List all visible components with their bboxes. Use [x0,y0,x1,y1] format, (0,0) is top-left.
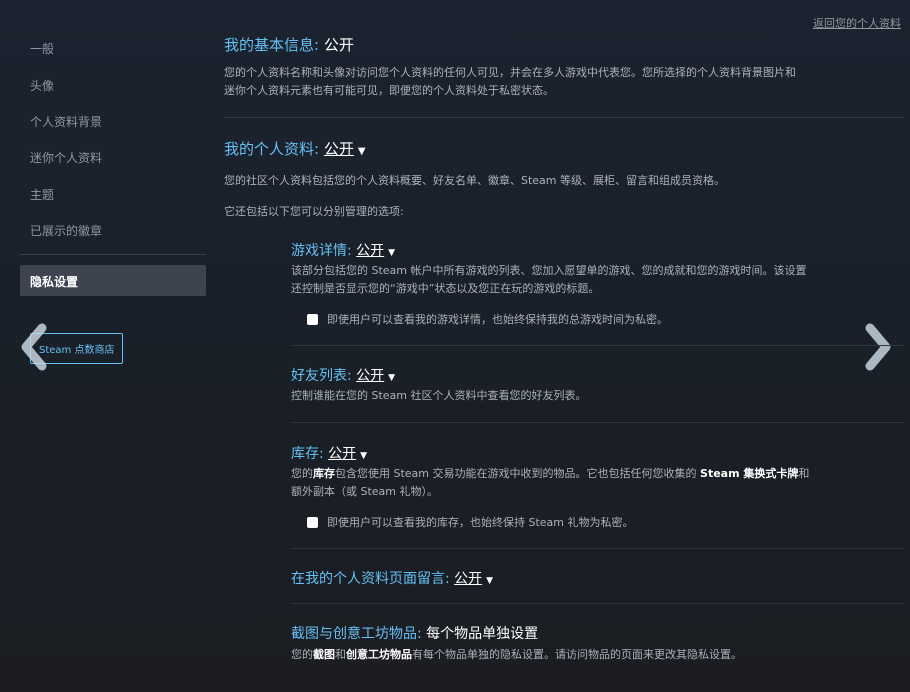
inventory-gifts-private-checkbox-row[interactable]: 即使用户可以查看我的库存，也始终保持 Steam 礼物为私密。 [307,514,634,530]
screenshots-value: 每个物品单独设置 [426,626,539,642]
basic-info-value: 公开 [323,36,354,54]
section-divider [291,603,903,604]
caret-down-icon[interactable]: ▼ [486,576,493,586]
basic-info-heading: 我的基本信息: 公开 [224,34,354,55]
inventory-desc-line2: 额外副本（或 Steam 礼物）。 [291,485,439,498]
game-details-dropdown[interactable]: 公开 [356,243,384,259]
chevron-right-icon[interactable] [858,322,898,372]
game-details-desc-line1: 该部分包括您的 Steam 帐户中所有游戏的列表、您加入愿望单的游戏、您的成就和… [291,264,807,277]
caret-down-icon[interactable]: ▼ [360,451,367,461]
basic-info-desc-line2: 迷你个人资料元素也有可能可见，即便您的个人资料处于私密状态。 [224,84,554,97]
game-details-heading: 游戏详情: 公开 ▼ [291,240,395,260]
inventory-title: 库存: [291,446,324,462]
basic-info-description: 您的个人资料名称和头像对访问您个人资料的任何人可见，并会在多人游戏中代表您。您所… [224,64,904,100]
section-divider [291,422,903,423]
sidebar-item-privacy-label: 隐私设置 [30,275,79,289]
sidebar-item-general[interactable]: 一般 [30,40,54,57]
friends-list-dropdown[interactable]: 公开 [356,368,384,384]
friends-list-title: 好友列表: [291,368,352,384]
friends-list-description: 控制谁能在您的 Steam 社区个人资料中查看您的好友列表。 [291,389,587,402]
screenshots-heading: 截图与创意工坊物品: 每个物品单独设置 [291,623,538,643]
comments-title: 在我的个人资料页面留言: [291,571,450,587]
profile-description: 您的社区个人资料包括您的个人资料概要、好友名单、徽章、Steam 等级、展柜、留… [224,174,726,187]
screenshots-description: 您的截图和创意工坊物品有每个物品单独的隐私设置。请访问物品的页面来更改其隐私设置… [291,648,742,661]
caret-down-icon[interactable]: ▼ [388,248,395,258]
inventory-heading: 库存: 公开 ▼ [291,443,367,463]
inventory-dropdown[interactable]: 公开 [328,446,356,462]
section-divider [291,548,903,549]
inventory-gifts-private-label: 即使用户可以查看我的库存，也始终保持 Steam 礼物为私密。 [327,516,634,529]
sidebar-item-mini-profile[interactable]: 迷你个人资料 [30,149,102,166]
profile-privacy-title: 我的个人资料: [224,140,320,158]
sidebar-divider [20,254,206,255]
profile-privacy-dropdown[interactable]: 公开 [324,140,354,158]
inventory-gifts-private-checkbox[interactable] [307,516,318,528]
comments-dropdown[interactable]: 公开 [454,571,482,587]
friends-list-heading: 好友列表: 公开 ▼ [291,365,395,385]
game-details-title: 游戏详情: [291,243,352,259]
sidebar-item-profile-background[interactable]: 个人资料背景 [30,113,102,130]
inventory-description: 您的库存包含您使用 Steam 交易功能在游戏中收到的物品。它也包括任何您收集的… [291,465,903,501]
game-playtime-private-checkbox-row[interactable]: 即使用户可以查看我的游戏详情，也始终保持我的总游戏时间为私密。 [307,311,668,327]
screenshots-title: 截图与创意工坊物品: [291,626,422,642]
section-divider [291,345,903,346]
game-playtime-private-checkbox[interactable] [307,313,318,325]
game-playtime-private-label: 即使用户可以查看我的游戏详情，也始终保持我的总游戏时间为私密。 [327,313,668,326]
caret-down-icon[interactable]: ▼ [358,146,366,157]
caret-down-icon[interactable]: ▼ [388,373,395,383]
chevron-left-icon[interactable] [14,322,54,372]
game-details-description: 该部分包括您的 Steam 帐户中所有游戏的列表、您加入愿望单的游戏、您的成就和… [291,262,903,298]
back-to-profile-link[interactable]: 返回您的个人资料 [813,15,901,31]
profile-options-note: 它还包括以下您可以分别管理的选项: [224,205,404,218]
sidebar-item-theme[interactable]: 主题 [30,186,54,203]
comments-heading: 在我的个人资料页面留言: 公开 ▼ [291,568,493,588]
basic-info-desc-line1: 您的个人资料名称和头像对访问您个人资料的任何人可见，并会在多人游戏中代表您。您所… [224,66,796,79]
profile-privacy-heading: 我的个人资料: 公开 ▼ [224,138,366,159]
section-divider [224,117,904,118]
sidebar-item-privacy[interactable]: 隐私设置 [20,265,206,296]
basic-info-title: 我的基本信息: [224,36,320,54]
game-details-desc-line2: 还控制是否显示您的“游戏中”状态以及您正在玩的游戏的标题。 [291,282,600,295]
sidebar-item-featured-badge[interactable]: 已展示的徽章 [30,222,102,239]
sidebar-item-avatar[interactable]: 头像 [30,77,54,94]
inventory-desc-line1: 您的库存包含您使用 Steam 交易功能在游戏中收到的物品。它也包括任何您收集的… [291,467,810,480]
